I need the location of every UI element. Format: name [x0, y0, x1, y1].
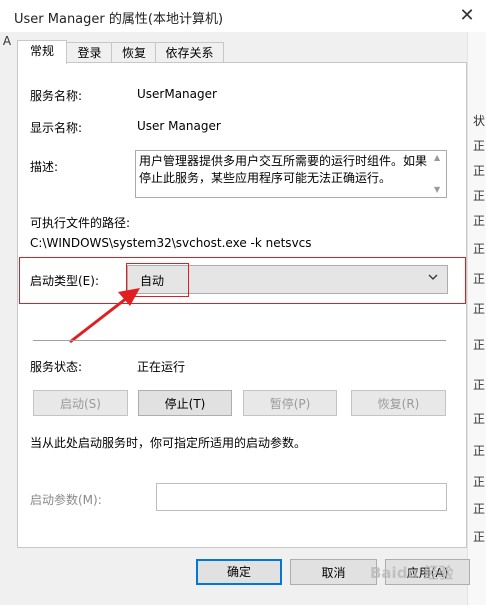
ok-button[interactable]: 确定: [196, 559, 282, 585]
start-params-input[interactable]: [156, 483, 447, 511]
service-status-value: 正在运行: [137, 360, 186, 374]
pause-button[interactable]: 暂停(P): [243, 390, 337, 416]
stop-button[interactable]: 停止(T): [138, 390, 232, 416]
annotation-arrow: [69, 288, 140, 344]
service-status-label: 服务状态:: [30, 360, 83, 374]
tab-label: 常规: [29, 44, 54, 58]
start-params-hint: 当从此处启动服务时，你可指定所适用的启动参数。: [30, 436, 307, 450]
start-button[interactable]: 启动(S): [33, 390, 128, 416]
start-params-label: 启动参数(M):: [30, 493, 102, 507]
watermark: Baidu 经验: [370, 564, 454, 582]
resume-button[interactable]: 恢复(R): [351, 390, 446, 416]
section-divider: [33, 340, 446, 341]
cancel-button[interactable]: 取消: [290, 559, 377, 585]
tab-general[interactable]: 常规: [17, 40, 67, 64]
